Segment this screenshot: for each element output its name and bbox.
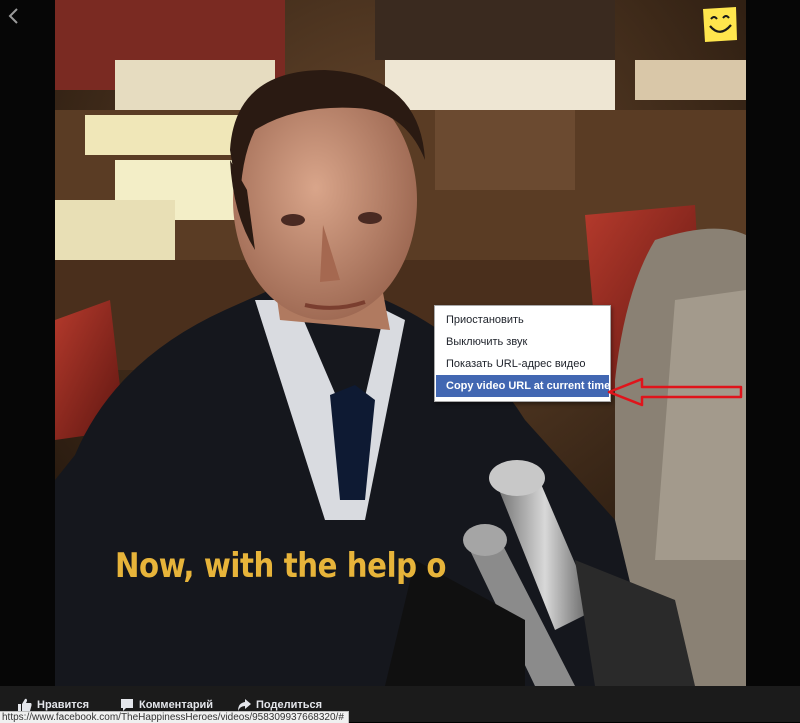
menu-item-pause[interactable]: Приостановить: [435, 309, 610, 331]
smiley-sticker-icon: [703, 7, 737, 42]
status-bar-url: https://www.facebook.com/TheHappinessHer…: [0, 711, 349, 723]
red-arrow-icon: [607, 377, 743, 407]
menu-item-copy-url-current-time[interactable]: Copy video URL at current time: [436, 375, 610, 397]
share-arrow-icon: [238, 699, 251, 711]
menu-item-mute[interactable]: Выключить звук: [435, 331, 610, 353]
photo-viewer: Now, with the help o Приостановить Выклю…: [0, 0, 800, 686]
thumbs-up-icon: [18, 698, 32, 712]
comment-label: Комментарий: [139, 699, 214, 711]
video-caption: Now, with the help o: [115, 546, 447, 586]
like-label: Нравится: [37, 699, 90, 711]
chevron-left-icon[interactable]: [6, 6, 22, 26]
menu-item-show-video-url[interactable]: Показать URL-адрес видео: [435, 353, 610, 375]
comment-icon: [121, 699, 133, 711]
video-player[interactable]: Now, with the help o: [55, 0, 746, 686]
video-context-menu: Приостановить Выключить звук Показать UR…: [434, 305, 611, 402]
share-label: Поделиться: [256, 699, 323, 711]
